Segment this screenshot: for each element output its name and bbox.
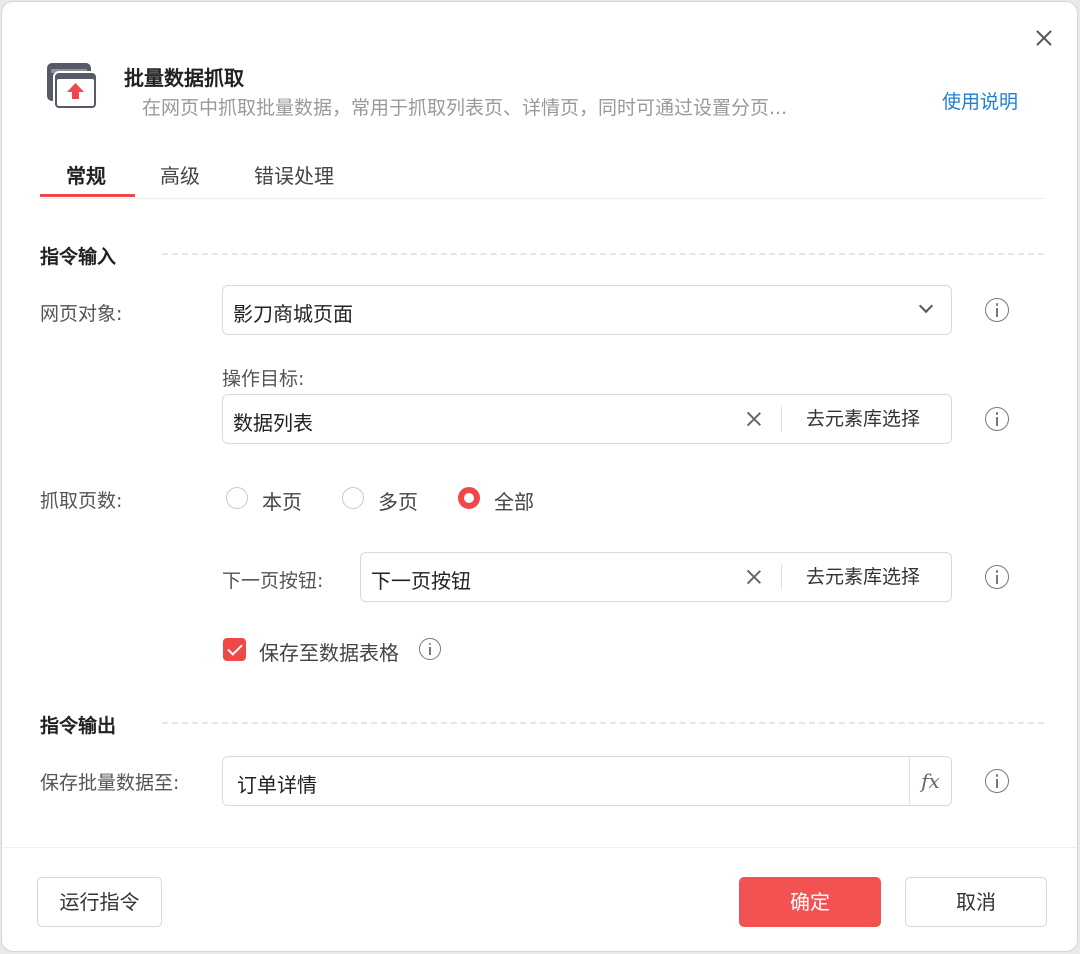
web-object-select[interactable]: 影刀商城页面: [222, 285, 952, 335]
footer-divider: [2, 847, 1077, 848]
cancel-button[interactable]: 取消: [905, 877, 1047, 927]
dialog: 批量数据抓取 在网页中抓取批量数据，常用于抓取列表页、详情页，同时可通过设置分页…: [1, 1, 1078, 952]
active-tab-indicator: [40, 194, 135, 197]
section-title-output: 指令输出: [40, 715, 117, 737]
radio-current-page[interactable]: [226, 487, 248, 509]
save-to-label: 保存批量数据至:: [40, 772, 180, 794]
chevron-down-icon[interactable]: [918, 298, 934, 314]
web-object-label: 网页对象:: [40, 303, 123, 325]
help-link[interactable]: 使用说明: [942, 87, 1018, 114]
clear-icon[interactable]: [744, 409, 764, 429]
element-library-pick-button[interactable]: 去元素库选择: [806, 395, 920, 443]
info-icon[interactable]: [985, 769, 1009, 793]
tab-error-handling[interactable]: 错误处理: [254, 160, 334, 189]
clear-icon[interactable]: [744, 567, 764, 587]
dialog-subtitle: 在网页中抓取批量数据，常用于抓取列表页、详情页，同时可通过设置分页...: [142, 97, 788, 119]
next-button-value: 下一页按钮: [371, 569, 471, 593]
section-title-input: 指令输入: [40, 246, 117, 268]
target-value: 数据列表: [233, 411, 313, 435]
tab-bar: 常规 高级 错误处理: [40, 152, 1044, 199]
info-icon[interactable]: [419, 638, 441, 660]
save-to-value: 订单详情: [237, 773, 317, 797]
next-button-label: 下一页按钮:: [222, 570, 324, 592]
section-divider: [162, 253, 1044, 255]
save-table-checkbox[interactable]: [223, 638, 246, 661]
divider: [781, 406, 782, 432]
info-icon[interactable]: [985, 565, 1009, 589]
section-divider: [162, 722, 1044, 724]
target-input[interactable]: 数据列表 去元素库选择: [222, 394, 952, 444]
close-icon[interactable]: [1032, 26, 1056, 50]
pages-label: 抓取页数:: [40, 490, 123, 512]
radio-all-pages[interactable]: [458, 487, 480, 509]
radio-label-all-pages[interactable]: 全部: [494, 486, 534, 515]
element-library-pick-button[interactable]: 去元素库选择: [806, 553, 920, 601]
radio-multi-page[interactable]: [342, 487, 364, 509]
run-command-button[interactable]: 运行指令: [37, 877, 162, 927]
dialog-title: 批量数据抓取: [124, 66, 244, 90]
fx-button[interactable]: fx: [909, 757, 951, 805]
next-button-input[interactable]: 下一页按钮 去元素库选择: [360, 552, 952, 602]
divider: [781, 564, 782, 590]
confirm-button[interactable]: 确定: [739, 877, 881, 927]
info-icon[interactable]: [985, 407, 1009, 431]
radio-label-multi-page[interactable]: 多页: [378, 486, 418, 515]
tab-advanced[interactable]: 高级: [160, 160, 200, 189]
tab-general[interactable]: 常规: [66, 160, 106, 189]
save-to-input[interactable]: 订单详情 fx: [222, 756, 952, 806]
info-icon[interactable]: [985, 298, 1009, 322]
radio-label-current-page[interactable]: 本页: [262, 486, 302, 515]
save-table-label[interactable]: 保存至数据表格: [259, 637, 399, 666]
web-object-value: 影刀商城页面: [233, 302, 353, 326]
target-label: 操作目标:: [222, 368, 305, 390]
window-upload-icon: [47, 63, 98, 110]
